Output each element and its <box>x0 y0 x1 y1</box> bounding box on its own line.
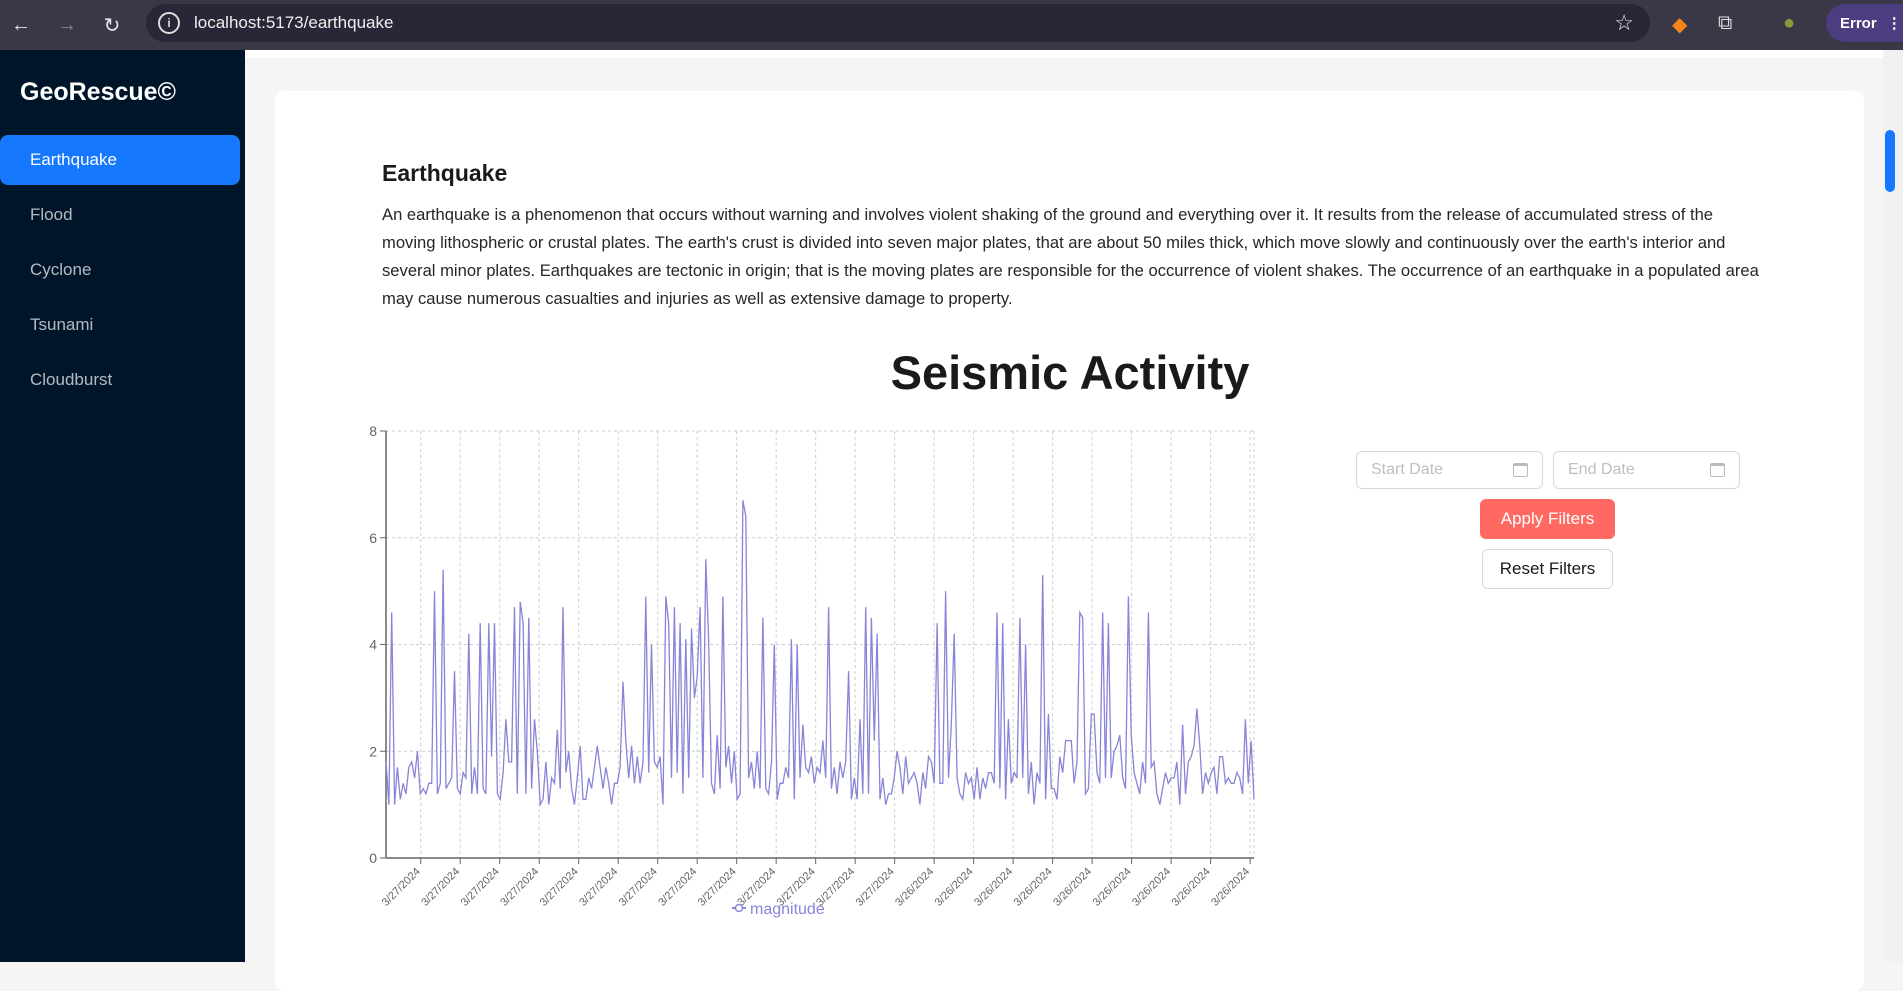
url-text[interactable]: localhost:5173/earthquake <box>194 13 393 33</box>
x-tick-label: 3/26/2024 <box>1209 866 1252 909</box>
calendar-icon <box>1513 463 1528 477</box>
description-text: An earthquake is a phenomenon that occur… <box>382 205 1759 308</box>
y-tick-label: 8 <box>369 423 377 439</box>
x-tick-label: 3/27/2024 <box>577 866 620 909</box>
x-tick-label: 3/27/2024 <box>696 866 739 909</box>
x-tick-label: 3/27/2024 <box>459 866 502 909</box>
sidebar-item-label: Cloudburst <box>30 370 113 389</box>
sidebar-item-earthquake[interactable]: Earthquake <box>0 135 240 185</box>
app-logo: GeoRescue© <box>20 78 176 106</box>
header-strip <box>245 50 1883 58</box>
legend-label: magnitude <box>750 901 825 918</box>
x-tick-label: 3/27/2024 <box>617 866 660 909</box>
page-title: Earthquake <box>382 160 508 186</box>
calendar-icon <box>1710 463 1725 477</box>
sidebar-item-label: Earthquake <box>30 150 117 169</box>
sidebar-item-tsunami[interactable]: Tsunami <box>0 300 240 350</box>
browser-toolbar: ← → ↻ i localhost:5173/earthquake ☆ ◆ ⧉ … <box>0 0 1903 50</box>
x-tick-label: 3/27/2024 <box>538 866 581 909</box>
apply-filters-button[interactable]: Apply Filters <box>1480 499 1615 539</box>
profile-error-button[interactable]: Error ⋮ <box>1826 4 1903 42</box>
bookmark-star-icon[interactable]: ☆ <box>1614 10 1634 36</box>
seismic-line-chart: 024683/27/20243/27/20243/27/20243/27/202… <box>369 423 1255 918</box>
x-tick-label: 3/26/2024 <box>893 866 936 909</box>
x-tick-label: 3/27/2024 <box>419 866 462 909</box>
y-tick-label: 2 <box>369 743 377 759</box>
sidebar-item-flood[interactable]: Flood <box>0 190 240 240</box>
sidebar: GeoRescue© Earthquake Flood Cyclone Tsun… <box>0 50 245 962</box>
metamask-extension-icon[interactable]: ◆ <box>1672 12 1687 37</box>
chart-title: Seismic Activity <box>890 346 1250 399</box>
x-tick-label: 3/26/2024 <box>933 866 976 909</box>
error-label: Error <box>1840 14 1877 32</box>
address-bar[interactable]: i localhost:5173/earthquake ☆ <box>146 4 1650 42</box>
profile-avatar-icon[interactable]: ● <box>1783 12 1795 35</box>
x-tick-label: 3/26/2024 <box>1091 866 1134 909</box>
x-tick-label: 3/27/2024 <box>498 866 541 909</box>
sidebar-item-cloudburst[interactable]: Cloudburst <box>0 355 240 405</box>
kebab-menu-icon[interactable]: ⋮ <box>1887 14 1902 32</box>
x-tick-label: 3/26/2024 <box>1170 866 1213 909</box>
y-tick-label: 0 <box>369 850 377 866</box>
x-tick-label: 3/27/2024 <box>854 866 897 909</box>
sidebar-item-label: Cyclone <box>30 260 92 279</box>
sidebar-item-label: Tsunami <box>30 315 94 334</box>
y-tick-label: 4 <box>369 637 377 653</box>
x-tick-label: 3/26/2024 <box>972 866 1015 909</box>
x-tick-label: 3/27/2024 <box>656 866 699 909</box>
scrollbar-thumb[interactable] <box>1885 130 1895 192</box>
sidebar-item-label: Flood <box>30 205 73 224</box>
x-tick-label: 3/27/2024 <box>380 866 423 909</box>
end-date-picker[interactable]: End Date <box>1553 451 1740 489</box>
magnitude-series-line <box>385 500 1255 807</box>
y-tick-label: 6 <box>369 530 377 546</box>
x-tick-label: 3/26/2024 <box>1051 866 1094 909</box>
back-icon[interactable]: ← <box>6 10 36 40</box>
x-tick-label: 3/26/2024 <box>1012 866 1055 909</box>
end-date-placeholder: End Date <box>1568 461 1635 478</box>
legend-marker-icon <box>734 903 744 913</box>
x-tick-label: 3/26/2024 <box>1130 866 1173 909</box>
reset-filters-button[interactable]: Reset Filters <box>1482 549 1613 589</box>
site-info-icon[interactable]: i <box>158 12 180 34</box>
reload-icon[interactable]: ↻ <box>97 10 127 40</box>
start-date-picker[interactable]: Start Date <box>1356 451 1543 489</box>
start-date-placeholder: Start Date <box>1371 461 1444 478</box>
sidebar-item-cyclone[interactable]: Cyclone <box>0 245 240 295</box>
forward-icon[interactable]: → <box>52 10 82 40</box>
extensions-puzzle-icon[interactable]: ⧉ <box>1718 12 1732 35</box>
